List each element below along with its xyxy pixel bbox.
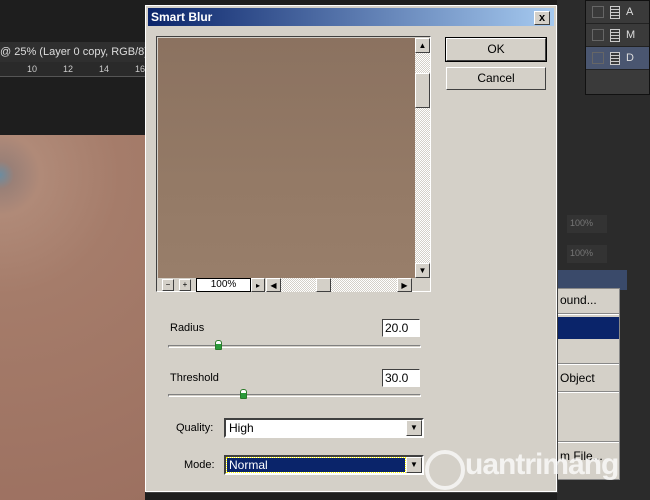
menu-separator <box>558 391 619 393</box>
list-item[interactable]: A <box>586 1 649 24</box>
visibility-checkbox[interactable] <box>592 52 604 64</box>
zoom-out-button[interactable]: − <box>162 279 174 291</box>
document-tab-title: @ 25% (Layer 0 copy, RGB/8) <box>0 46 145 58</box>
zoom-level: 100% <box>196 278 251 292</box>
menu-item-selected[interactable] <box>558 317 619 339</box>
ruler-tick: 16 <box>135 64 146 74</box>
menu-item[interactable]: ound... <box>558 289 619 311</box>
threshold-label: Threshold <box>170 372 219 384</box>
opacity-field[interactable]: 100% <box>567 215 607 233</box>
watermark-logo <box>425 450 465 490</box>
smart-blur-dialog: Smart Blur x ▲ ▼ − + 100% ▸ ◀ ▶ OK Cance… <box>145 5 557 492</box>
menu-separator <box>558 313 619 315</box>
horizontal-scrollbar[interactable]: ◀ ▶ <box>266 278 412 292</box>
menu-item[interactable] <box>558 339 619 361</box>
vertical-scrollbar[interactable]: ▲ ▼ <box>415 38 430 278</box>
preview-pane: ▲ ▼ − + 100% ▸ ◀ ▶ <box>156 36 431 292</box>
scroll-thumb[interactable] <box>316 278 331 292</box>
mode-select[interactable]: Normal ▼ <box>224 455 424 475</box>
ruler-tick: 10 <box>27 64 38 74</box>
ruler-tick: 12 <box>63 64 74 74</box>
zoom-in-button[interactable]: + <box>179 279 191 291</box>
scroll-thumb[interactable] <box>415 73 430 108</box>
fill-field[interactable]: 100% <box>567 245 607 263</box>
dialog-titlebar[interactable]: Smart Blur x <box>148 8 554 26</box>
list-item[interactable]: M <box>586 24 649 47</box>
mode-label: Mode: <box>184 459 215 471</box>
preview-image[interactable] <box>158 38 415 278</box>
horizontal-ruler: 10 12 14 16 <box>0 62 145 77</box>
document-icon <box>610 5 620 19</box>
ruler-tick: 14 <box>99 64 110 74</box>
visibility-checkbox[interactable] <box>592 29 604 41</box>
chevron-down-icon[interactable]: ▼ <box>406 420 422 436</box>
radius-label: Radius <box>170 322 205 334</box>
document-tab[interactable]: @ 25% (Layer 0 copy, RGB/8) <box>0 42 145 62</box>
cancel-button[interactable]: Cancel <box>446 67 546 90</box>
menu-separator <box>558 441 619 443</box>
radius-slider[interactable] <box>168 340 421 350</box>
menu-item[interactable] <box>558 417 619 439</box>
menu-item[interactable]: Object <box>558 367 619 389</box>
layers-list: A M D <box>585 0 650 95</box>
ok-button[interactable]: OK <box>445 37 547 62</box>
radius-input[interactable]: 20.0 <box>382 319 420 337</box>
threshold-input[interactable]: 30.0 <box>382 369 420 387</box>
scroll-down-icon[interactable]: ▼ <box>415 263 430 278</box>
radius-slider-thumb[interactable] <box>215 340 222 350</box>
threshold-slider[interactable] <box>168 389 421 399</box>
close-button[interactable]: x <box>534 11 550 25</box>
menu-item[interactable] <box>558 395 619 417</box>
menu-separator <box>558 363 619 365</box>
preview-toolbar: − + 100% ▸ ◀ ▶ <box>158 278 430 292</box>
quality-select[interactable]: High ▼ <box>224 418 424 438</box>
visibility-checkbox[interactable] <box>592 6 604 18</box>
document-icon <box>610 28 620 42</box>
zoom-menu-icon[interactable]: ▸ <box>251 278 265 292</box>
close-icon: x <box>538 12 546 24</box>
scroll-up-icon[interactable]: ▲ <box>415 38 430 53</box>
chevron-down-icon[interactable]: ▼ <box>406 457 422 473</box>
document-icon <box>610 51 620 65</box>
lock-icon[interactable] <box>557 270 627 290</box>
watermark: uantrimang <box>465 448 619 481</box>
threshold-slider-thumb[interactable] <box>240 389 247 399</box>
list-item[interactable]: D <box>586 47 649 70</box>
canvas-image[interactable] <box>0 135 145 500</box>
quality-label: Quality: <box>176 422 214 434</box>
scroll-left-icon[interactable]: ◀ <box>266 278 281 292</box>
scroll-right-icon[interactable]: ▶ <box>397 278 412 292</box>
dialog-title: Smart Blur <box>151 10 213 24</box>
